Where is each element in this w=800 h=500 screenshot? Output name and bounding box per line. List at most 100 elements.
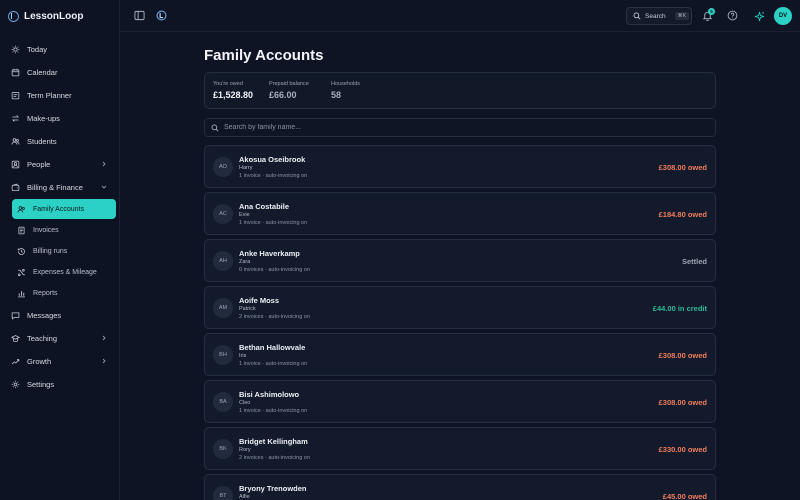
family-card[interactable]: BA Bisi Ashimolowo Cleo 1 invoice · auto-in… [204,380,716,423]
search-label: Search [645,12,666,20]
sidebar-item-label: Invoices [33,227,59,234]
sidebar-item-label: Today [27,45,48,54]
family-initials-avatar: AM [213,298,233,318]
page-title: Family Accounts [204,47,324,64]
sidebar-item-teaching[interactable]: Teaching [6,329,116,348]
family-card[interactable]: BK Bridget Kellingham Rory 2 invoices · aut… [204,427,716,470]
family-balance-status: £44.00 in credit [652,304,707,313]
sidebar-item-expenses-mileage[interactable]: Expenses & Mileage [12,263,116,282]
owed-label: You're owed [213,81,243,87]
sidebar-item-growth[interactable]: Growth [6,352,116,371]
brand-name: LessonLoop [24,10,84,22]
sun-icon [10,45,20,55]
history-icon [16,247,26,257]
sidebar-item-label: Students [27,137,57,146]
sidebar-item-reports[interactable]: Reports [12,284,116,303]
sidebar-item-label: Teaching [27,334,58,343]
sparkles-icon [754,11,764,21]
sidebar: LessonLoop Today Calendar Term Planner Make… [0,0,120,500]
sidebar-item-label: Messages [27,311,62,320]
sidebar-item-term-planner[interactable]: Term Planner [6,86,116,105]
family-initials-avatar: BA [213,392,233,412]
family-card[interactable]: AO Akosua Oseibrook Harry 1 invoice · auto-… [204,145,716,188]
sidebar-item-billing-runs[interactable]: Billing runs [12,242,116,261]
family-balance-status: £308.00 owed [658,163,707,172]
search-shortcut: ⌘K [674,12,689,20]
sidebar-item-family-accounts[interactable]: Family Accounts [12,199,116,219]
family-invoice-meta: 1 invoice · auto-invoicing on [239,408,308,414]
family-students: Iris [239,353,247,359]
family-students: Harry [239,165,253,171]
households-stat: Households 58 [331,81,360,100]
family-card[interactable]: AH Anke Haverkamp Zara 0 invoices · auto-in… [204,239,716,282]
family-invoice-meta: 2 invoices · auto-invoicing on [239,314,310,320]
family-search-input[interactable] [224,124,624,131]
app-logo-icon[interactable] [156,10,167,21]
expenses-icon [16,268,26,278]
sidebar-item-make-ups[interactable]: Make-ups [6,109,116,128]
sidebar-item-messages[interactable]: Messages [6,306,116,325]
sidebar-item-label: Billing & Finance [27,183,83,192]
family-initials-avatar: AC [213,204,233,224]
help-icon[interactable] [727,10,738,21]
sidebar-item-today[interactable]: Today [6,40,116,59]
family-search[interactable] [204,118,716,137]
search-icon [211,124,219,132]
sidebar-item-calendar[interactable]: Calendar [6,63,116,82]
global-search-button[interactable]: Search ⌘K [626,7,692,25]
family-students: Patrick [239,306,256,312]
family-balance-status: Settled [681,257,707,266]
family-balance-status: £308.00 owed [658,398,707,407]
search-icon [633,12,641,20]
family-initials-avatar: BK [213,439,233,459]
family-students: Zara [239,259,251,265]
family-name: Bethan Hallowvale [239,343,306,352]
family-name: Ana Costabile [239,202,290,211]
ai-assistant-button[interactable] [749,6,769,26]
planner-icon [10,91,20,101]
chevron-right-icon [102,358,106,364]
sidebar-item-label: Make-ups [27,114,60,123]
chevron-down-icon [101,185,107,189]
sidebar-item-label: Reports [33,290,58,297]
family-invoice-meta: 2 invoices · auto-invoicing on [239,455,310,461]
family-card[interactable]: BH Bethan Hallowvale Iris 1 invoice · auto-… [204,333,716,376]
sidebar-item-label: Family Accounts [33,205,84,213]
family-initials-avatar: AH [213,251,233,271]
brand[interactable]: LessonLoop [8,8,83,24]
prepaid-label: Prepaid balance [269,81,309,87]
sidebar-item-label: Growth [27,357,52,366]
sidebar-item-settings[interactable]: Settings [6,375,116,394]
sidebar-item-billing-finance[interactable]: Billing & Finance [6,178,116,197]
chart-icon [16,289,26,299]
family-students: Cleo [239,400,251,406]
family-card[interactable]: AM Aoife Moss Patrick 2 invoices · auto-inv… [204,286,716,329]
sidebar-item-students[interactable]: Students [6,132,116,151]
sidebar-toggle-icon[interactable] [134,10,145,21]
family-invoice-meta: 1 invoice · auto-invoicing on [239,220,308,226]
family-card[interactable]: AC Ana Costabile Evie 1 invoice · auto-invo… [204,192,716,235]
lessonloop-logo-icon [8,10,19,22]
family-invoice-meta: 0 invoices · auto-invoicing on [239,267,310,273]
sidebar-item-label: Settings [27,380,55,389]
family-balance-status: £330.00 owed [658,445,707,454]
prepaid-value: £66.00 [269,90,297,100]
summary-panel: You're owed £1,528.80 Prepaid balance £6… [204,72,716,109]
sidebar-item-people[interactable]: People [6,155,116,174]
households-label: Households [331,81,361,87]
family-card[interactable]: BT Bryony Trenowden Alfie £45.00 owed [204,474,716,500]
family-name: Bridget Kellingham [239,437,308,446]
sidebar-item-invoices[interactable]: Invoices [12,221,116,240]
swap-icon [10,114,20,124]
students-icon [10,137,20,147]
households-value: 58 [331,90,342,100]
family-name: Aoife Moss [239,296,280,305]
family-initials-avatar: BT [213,486,233,500]
prepaid-stat: Prepaid balance £66.00 [269,81,309,100]
people-icon [10,160,20,170]
chevron-right-icon [102,161,106,167]
user-avatar[interactable]: DV [774,7,792,25]
teaching-icon [10,334,20,344]
family-name: Anke Haverkamp [239,249,300,258]
sidebar-item-label: Expenses & Mileage [33,269,97,276]
